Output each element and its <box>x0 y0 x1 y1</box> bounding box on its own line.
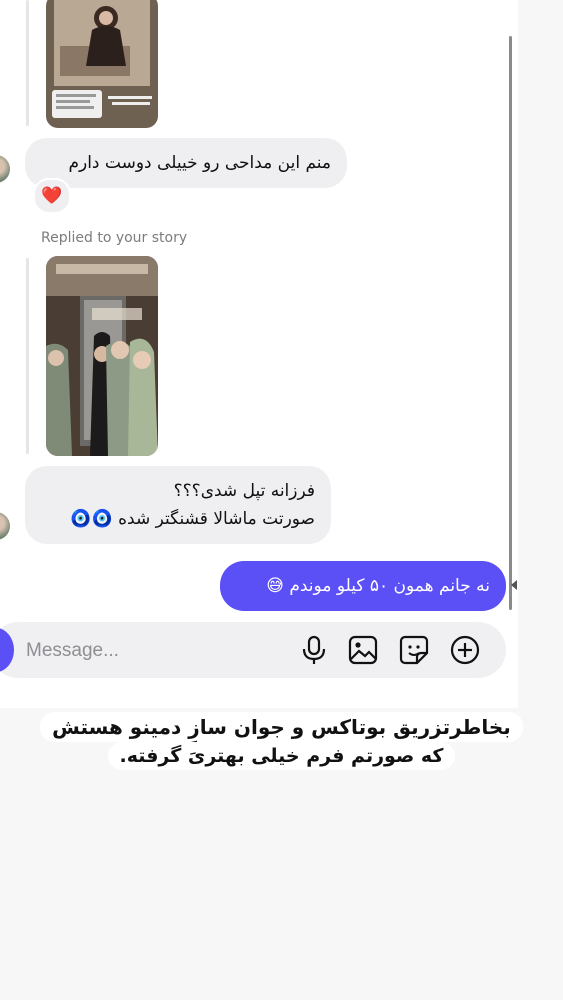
reply-indicator-line <box>26 258 29 454</box>
scrollbar[interactable] <box>509 36 512 610</box>
heart-icon: ❤️ <box>41 186 63 206</box>
replied-to-story-label: Replied to your story <box>41 230 188 246</box>
story-image <box>46 0 158 128</box>
sender-avatar[interactable] <box>0 512 10 540</box>
scroll-indicator-icon <box>511 580 517 590</box>
outgoing-message-bubble[interactable]: نه جانم همون ۵۰ کیلو موندم 😅 <box>220 561 506 611</box>
overlay-caption-line: بخاطرتزریق بوتاکس و جوان سازِ دمینو هستش <box>0 712 563 742</box>
heart-reaction[interactable]: ❤️ <box>33 178 71 214</box>
caption-text: که صورتم فرم خیلی بهتریَ گرفته. <box>107 742 456 770</box>
sender-avatar[interactable] <box>0 155 10 183</box>
image-icon[interactable] <box>346 633 380 667</box>
story-image <box>46 256 158 456</box>
incoming-message-bubble[interactable]: فرزانه تپل شدی؟؟؟ صورتت ماشالا قشنگتر شد… <box>25 466 331 544</box>
reply-indicator-line <box>26 0 29 126</box>
caption-text: بخاطرتزریق بوتاکس و جوان سازِ دمینو هستش <box>40 712 523 742</box>
incoming-message-bubble[interactable]: منم این مداحی رو خییلی دوست دارم <box>25 138 347 188</box>
message-input[interactable] <box>24 636 288 666</box>
microphone-icon[interactable] <box>297 633 331 667</box>
message-text-line: صورتت ماشالا قشنگتر شده 🧿🧿 <box>70 509 315 529</box>
message-text-line: فرزانه تپل شدی؟؟؟ <box>173 481 315 501</box>
chat-thread: منم این مداحی رو خییلی دوست دارم ❤️ Repl… <box>0 0 518 708</box>
story-thumbnail[interactable] <box>46 0 158 128</box>
add-circle-icon[interactable] <box>448 633 482 667</box>
overlay-caption-line: که صورتم فرم خیلی بهتریَ گرفته. <box>0 742 563 770</box>
story-thumbnail[interactable] <box>46 256 158 456</box>
sticker-icon[interactable] <box>397 633 431 667</box>
message-text: نه جانم همون ۵۰ کیلو موندم 😅 <box>266 576 490 596</box>
message-text: منم این مداحی رو خییلی دوست دارم <box>68 153 331 173</box>
